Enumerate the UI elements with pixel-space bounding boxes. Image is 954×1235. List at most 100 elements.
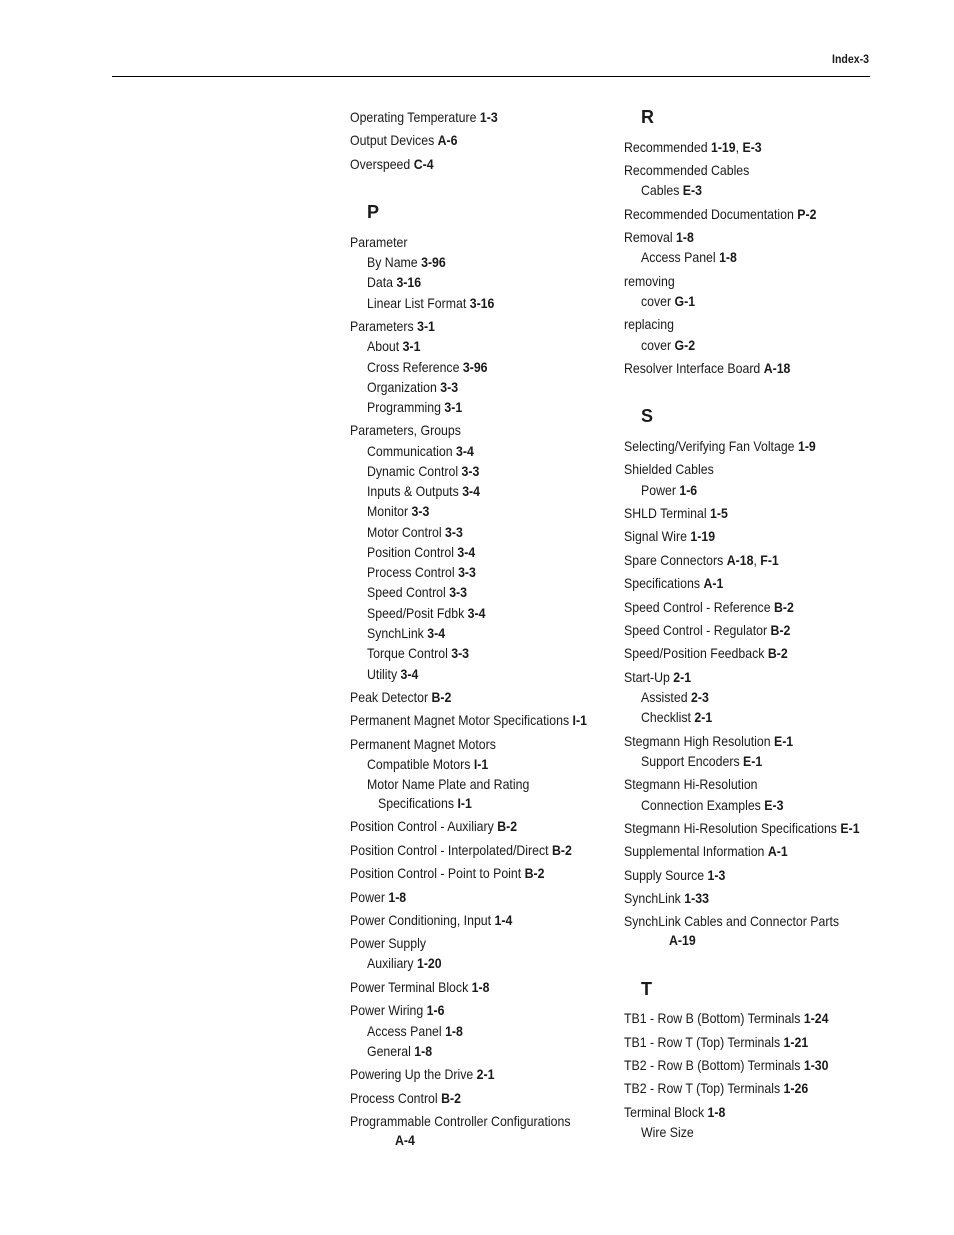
page-reference-link[interactable]: G-2 <box>675 337 696 353</box>
page-reference-link[interactable]: 3-3 <box>451 645 469 661</box>
index-subentry: Speed/Posit Fdbk 3-4 <box>367 605 485 621</box>
page-reference-link[interactable]: A-19 <box>669 932 696 948</box>
index-subentry: A-19 <box>669 932 696 948</box>
page-reference-link[interactable]: 3-1 <box>403 338 421 354</box>
page-reference-link[interactable]: B-2 <box>771 622 791 638</box>
page-reference-link[interactable]: 1-24 <box>804 1010 829 1026</box>
page-reference-link[interactable]: 1-26 <box>784 1080 809 1096</box>
index-entry-term: Permanent Magnet Motors <box>350 736 496 752</box>
page-reference-link[interactable]: A-6 <box>438 132 458 148</box>
page-reference-link[interactable]: E-1 <box>743 753 762 769</box>
page-reference-link[interactable]: 1-8 <box>676 229 694 245</box>
page-reference-link[interactable]: 3-3 <box>458 564 476 580</box>
page-reference-link[interactable]: 1-9 <box>798 438 816 454</box>
page-reference-link[interactable]: I-1 <box>573 712 587 728</box>
index-subentry: Assisted 2-3 <box>641 689 709 705</box>
page-reference-link[interactable]: G-1 <box>675 293 696 309</box>
page-reference-link[interactable]: 3-3 <box>445 524 463 540</box>
index-entry-term: Power Conditioning, Input <box>350 912 492 928</box>
page-reference-link[interactable]: 3-4 <box>457 544 475 560</box>
page-reference-link[interactable]: F-1 <box>760 552 778 568</box>
page-reference-link[interactable]: 3-3 <box>461 463 479 479</box>
page-reference-link[interactable]: 3-3 <box>440 379 458 395</box>
index-entry: Resolver Interface Board A-18 <box>624 360 790 376</box>
index-entry: Supply Source 1-3 <box>624 867 725 883</box>
index-subentry: Specifications I-1 <box>378 795 472 811</box>
index-entry-term: Cross Reference <box>367 359 460 375</box>
page-reference-link[interactable]: 1-8 <box>472 979 490 995</box>
page-reference-link[interactable]: 1-8 <box>388 889 406 905</box>
page-reference-link[interactable]: 1-4 <box>495 912 513 928</box>
page-reference-link[interactable]: 1-20 <box>417 955 442 971</box>
index-entry-term: Access Panel <box>641 249 716 265</box>
page-reference-link[interactable]: A-18 <box>764 360 791 376</box>
index-entry-term: Checklist <box>641 709 691 725</box>
page-reference-link[interactable]: B-2 <box>431 689 451 705</box>
page-reference-link[interactable]: 3-3 <box>449 584 467 600</box>
page-reference-link[interactable]: B-2 <box>768 645 788 661</box>
page-reference-link[interactable]: 3-3 <box>412 503 430 519</box>
page-reference-link[interactable]: I-1 <box>474 756 488 772</box>
page-reference-link[interactable]: 3-16 <box>396 274 421 290</box>
page-reference-link[interactable]: 2-1 <box>477 1066 495 1082</box>
page-reference-link[interactable]: A-1 <box>768 843 788 859</box>
index-subentry: Checklist 2-1 <box>641 709 712 725</box>
page-reference-link[interactable]: 1-3 <box>480 109 498 125</box>
index-entry-term: Parameters, Groups <box>350 422 461 438</box>
index-entry: SynchLink 1-33 <box>624 890 709 906</box>
page-reference-link[interactable]: E-3 <box>764 797 783 813</box>
page-reference-link[interactable]: 1-6 <box>679 482 697 498</box>
index-entry-term: Stegmann High Resolution <box>624 733 771 749</box>
page-reference-link[interactable]: E-3 <box>742 139 761 155</box>
page-reference-link[interactable]: A-18 <box>727 552 754 568</box>
index-entry: Permanent Magnet Motors <box>350 736 496 752</box>
page-reference-link[interactable]: 1-8 <box>445 1023 463 1039</box>
page-reference-link[interactable]: 3-1 <box>417 318 435 334</box>
page-reference-link[interactable]: 3-4 <box>401 666 419 682</box>
page-reference-link[interactable]: 1-8 <box>708 1104 726 1120</box>
page-reference-link[interactable]: C-4 <box>414 156 434 172</box>
page-reference-link[interactable]: A-1 <box>703 575 723 591</box>
index-entry-term: Peak Detector <box>350 689 429 705</box>
page-reference-link[interactable]: 3-4 <box>462 483 480 499</box>
page-reference-link[interactable]: B-2 <box>552 842 572 858</box>
page-reference-link[interactable]: 1-6 <box>427 1002 445 1018</box>
page-reference-link[interactable]: 2-1 <box>673 669 691 685</box>
index-entry: Selecting/Verifying Fan Voltage 1-9 <box>624 438 816 454</box>
page-reference-link[interactable]: 3-1 <box>444 399 462 415</box>
page-reference-link[interactable]: 1-19 <box>690 528 715 544</box>
page-reference-link[interactable]: 1-19 <box>711 139 736 155</box>
page-reference-link[interactable]: 1-8 <box>414 1043 432 1059</box>
page-reference-link[interactable]: 3-96 <box>421 254 446 270</box>
page-reference-link[interactable]: B-2 <box>525 865 545 881</box>
page-reference-link[interactable]: 1-21 <box>784 1034 809 1050</box>
index-subentry: Motor Name Plate and Rating <box>367 776 529 792</box>
index-entry-term: cover <box>641 337 672 353</box>
index-entry-term: Communication <box>367 443 453 459</box>
page-reference-link[interactable]: 3-4 <box>427 625 445 641</box>
page-reference-link[interactable]: E-1 <box>774 733 793 749</box>
page-reference-link[interactable]: 3-4 <box>456 443 474 459</box>
page-reference-link[interactable]: 3-4 <box>468 605 486 621</box>
page-reference-link[interactable]: 3-96 <box>463 359 488 375</box>
page-reference-link[interactable]: 3-16 <box>470 295 495 311</box>
page-reference-link[interactable]: I-1 <box>457 795 471 811</box>
page-reference-link[interactable]: P-2 <box>797 206 816 222</box>
page-reference-link[interactable]: 2-1 <box>694 709 712 725</box>
page-reference-link[interactable]: E-1 <box>840 820 859 836</box>
index-entry: Stegmann Hi-Resolution <box>624 776 758 792</box>
page-reference-link[interactable]: 1-8 <box>719 249 737 265</box>
index-subentry: Support Encoders E-1 <box>641 753 762 769</box>
page-reference-link[interactable]: B-2 <box>774 599 794 615</box>
page-reference-link[interactable]: A-4 <box>395 1132 415 1148</box>
index-subentry: General 1-8 <box>367 1043 432 1059</box>
page-reference-link[interactable]: B-2 <box>441 1090 461 1106</box>
page-reference-link[interactable]: 2-3 <box>691 689 709 705</box>
page-reference-link[interactable]: B-2 <box>497 818 517 834</box>
page-reference-link[interactable]: 1-33 <box>684 890 709 906</box>
page-reference-link[interactable]: 1-5 <box>710 505 728 521</box>
page-reference-link[interactable]: 1-30 <box>804 1057 829 1073</box>
page-reference-link[interactable]: 1-3 <box>708 867 726 883</box>
index-subentry: Dynamic Control 3-3 <box>367 463 479 479</box>
page-reference-link[interactable]: E-3 <box>683 182 702 198</box>
